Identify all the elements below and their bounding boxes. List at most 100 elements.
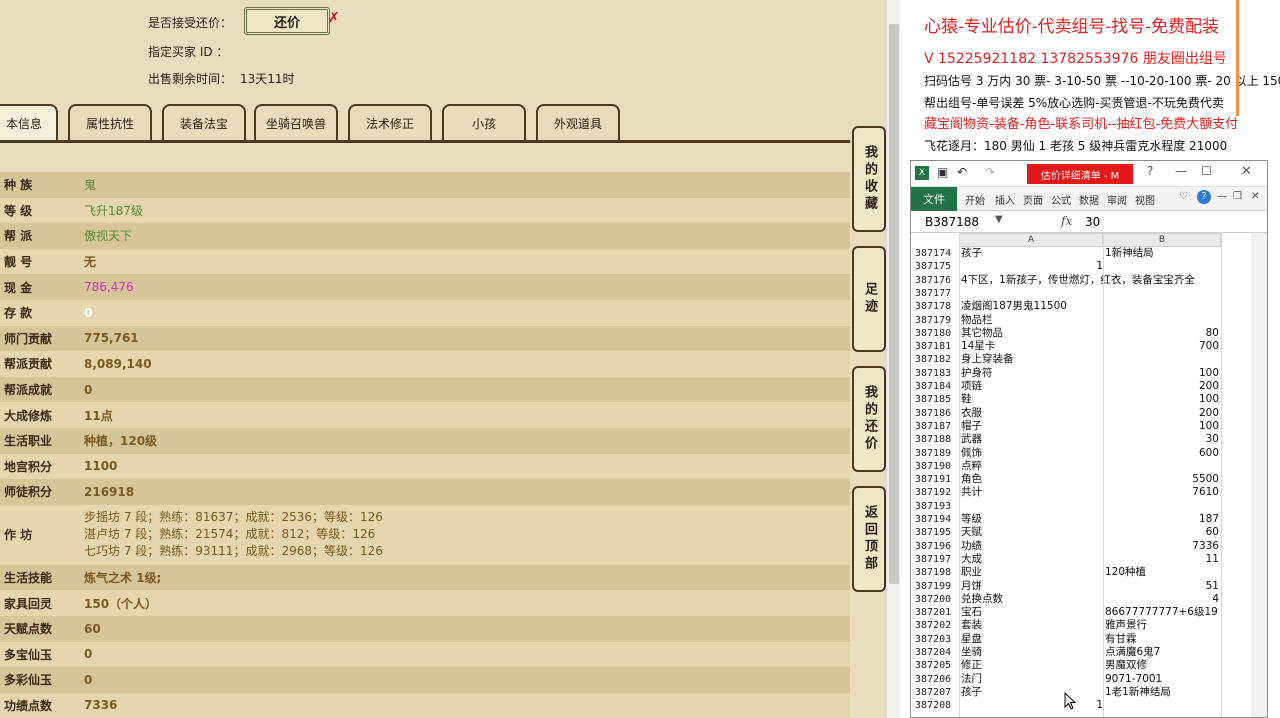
ribbon-tab[interactable]: 页面	[1023, 192, 1043, 207]
cell-b[interactable]: 5500	[1105, 473, 1219, 486]
cell-b[interactable]: 80	[1105, 327, 1219, 340]
sheet-row[interactable]: 387178 凌烟阁187男鬼11500	[911, 300, 1267, 313]
sheet-row[interactable]: 387180 其它物品 80	[911, 327, 1267, 340]
row-number[interactable]: 387200	[915, 593, 959, 606]
cell-a[interactable]: 坐骑	[961, 646, 1103, 659]
cell-b[interactable]: 1老1新神结局	[1105, 686, 1219, 699]
back-to-top-button[interactable]: 返回顶部	[852, 486, 886, 592]
cell-a[interactable]: 14星卡	[961, 340, 1103, 353]
minimize-icon[interactable]: —	[1175, 164, 1187, 178]
row-number[interactable]: 387194	[915, 513, 959, 526]
sheet-row[interactable]: 387179 物品栏	[911, 314, 1267, 327]
sheet-row[interactable]: 387185 鞋 100	[911, 393, 1267, 406]
sheet-row[interactable]: 387177	[911, 287, 1267, 300]
tab-spell-mods[interactable]: 法术修正	[348, 104, 432, 140]
ribbon-tab[interactable]: 插入	[995, 192, 1015, 207]
sheet-row[interactable]: 387202 套装 雅声景行	[911, 619, 1267, 632]
row-number[interactable]: 387175	[915, 260, 959, 273]
row-number[interactable]: 387206	[915, 673, 959, 686]
file-tab[interactable]: 文件	[911, 187, 957, 211]
row-number[interactable]: 387184	[915, 380, 959, 393]
row-number[interactable]: 387204	[915, 646, 959, 659]
cell-a[interactable]: 孩子	[961, 247, 1103, 260]
row-number[interactable]: 387205	[915, 659, 959, 672]
tab-appearance[interactable]: 外观道具	[536, 104, 620, 140]
row-number[interactable]: 387180	[915, 327, 959, 340]
cell-a[interactable]: 共计	[961, 486, 1103, 499]
row-number[interactable]: 387201	[915, 606, 959, 619]
footprints-button[interactable]: 足迹	[852, 246, 886, 352]
cell-b[interactable]: 有甘霖	[1105, 633, 1219, 646]
maximize-icon[interactable]: ☐	[1201, 164, 1212, 178]
sheet-row[interactable]: 387184 项链 200	[911, 380, 1267, 393]
close-icon[interactable]: ✗	[328, 10, 340, 26]
cell-a[interactable]: 帽子	[961, 420, 1103, 433]
heart-icon[interactable]: ♡	[1179, 191, 1188, 202]
sheet-row[interactable]: 387200 兑换点数 4	[911, 593, 1267, 606]
row-number[interactable]: 387185	[915, 393, 959, 406]
sheet-row[interactable]: 387205 修正 男魔双修	[911, 659, 1267, 672]
undo-icon[interactable]: ↶	[957, 165, 967, 179]
cell-a[interactable]: 大成	[961, 553, 1103, 566]
cell-b[interactable]: 1新神结局	[1105, 247, 1219, 260]
redo-icon[interactable]: ↷	[985, 165, 995, 179]
cell-a[interactable]: 套装	[961, 619, 1103, 632]
cell-a[interactable]: 其它物品	[961, 327, 1103, 340]
ribbon-minimize-icon[interactable]: —	[1217, 191, 1227, 202]
cell-b[interactable]: 点满魔6鬼7	[1105, 646, 1219, 659]
row-number[interactable]: 387192	[915, 486, 959, 499]
row-number[interactable]: 387188	[915, 433, 959, 446]
ribbon-tab[interactable]: 开始	[965, 192, 985, 207]
ribbon-tab[interactable]: 数据	[1079, 192, 1099, 207]
cell-a[interactable]: 职业	[961, 566, 1103, 579]
save-icon[interactable]: ▣	[937, 165, 948, 179]
row-number[interactable]: 387182	[915, 353, 959, 366]
sheet-row[interactable]: 387207 孩子 1老1新神结局	[911, 686, 1267, 699]
cell-b[interactable]: 60	[1105, 526, 1219, 539]
scrollbar-thumb[interactable]	[889, 24, 899, 584]
counter-offer-button[interactable]: 还价	[244, 7, 330, 35]
cell-b[interactable]: 4	[1105, 593, 1219, 606]
sheet-row[interactable]: 387195 天赋 60	[911, 526, 1267, 539]
sheet-row[interactable]: 387208 1	[911, 699, 1267, 712]
sheet-row[interactable]: 387183 护身符 100	[911, 367, 1267, 380]
sheet-row[interactable]: 387204 坐骑 点满魔6鬼7	[911, 646, 1267, 659]
cell-a[interactable]: 身上穿装备	[961, 353, 1103, 366]
cell-b[interactable]: 187	[1105, 513, 1219, 526]
cell-b[interactable]: 男魔双修	[1105, 659, 1219, 672]
column-header-a[interactable]: A	[959, 233, 1103, 247]
tab-basic-info[interactable]: 本信息	[0, 104, 58, 140]
help-icon[interactable]: ?	[1197, 190, 1211, 204]
row-number[interactable]: 387207	[915, 686, 959, 699]
row-number[interactable]: 387179	[915, 314, 959, 327]
cell-a[interactable]: 天赋	[961, 526, 1103, 539]
row-number[interactable]: 387186	[915, 407, 959, 420]
sheet-row[interactable]: 387194 等级 187	[911, 513, 1267, 526]
row-number[interactable]: 387178	[915, 300, 959, 313]
cell-b[interactable]: 11	[1105, 553, 1219, 566]
cell-b[interactable]: 7610	[1105, 486, 1219, 499]
row-number[interactable]: 387195	[915, 526, 959, 539]
row-number[interactable]: 387198	[915, 566, 959, 579]
cell-a[interactable]: 武器	[961, 433, 1103, 446]
cell-a[interactable]: 功绩	[961, 540, 1103, 553]
sheet-row[interactable]: 387192 共计 7610	[911, 486, 1267, 499]
my-offers-button[interactable]: 我的还价	[852, 366, 886, 472]
sheet-row[interactable]: 387206 法门 9071-7001	[911, 673, 1267, 686]
row-number[interactable]: 387187	[915, 420, 959, 433]
cell-b[interactable]: 51	[1105, 580, 1219, 593]
cell-a[interactable]: 角色	[961, 473, 1103, 486]
cell-a[interactable]: 1	[961, 699, 1103, 712]
tab-mounts-pets[interactable]: 坐骑召唤兽	[254, 104, 338, 140]
sheet-row[interactable]: 387197 大成 11	[911, 553, 1267, 566]
sheet-row[interactable]: 387186 衣服 200	[911, 407, 1267, 420]
help-icon[interactable]: ?	[1147, 164, 1153, 178]
tab-attributes[interactable]: 属性抗性	[68, 104, 152, 140]
row-number[interactable]: 387174	[915, 247, 959, 260]
cell-b[interactable]: 200	[1105, 380, 1219, 393]
sheet-row[interactable]: 387196 功绩 7336	[911, 540, 1267, 553]
tab-equipment[interactable]: 装备法宝	[162, 104, 246, 140]
formula-input[interactable]: 30	[1085, 215, 1100, 229]
sheet-row[interactable]: 387174 孩子 1新神结局	[911, 247, 1267, 260]
tab-children[interactable]: 小孩	[442, 104, 526, 140]
